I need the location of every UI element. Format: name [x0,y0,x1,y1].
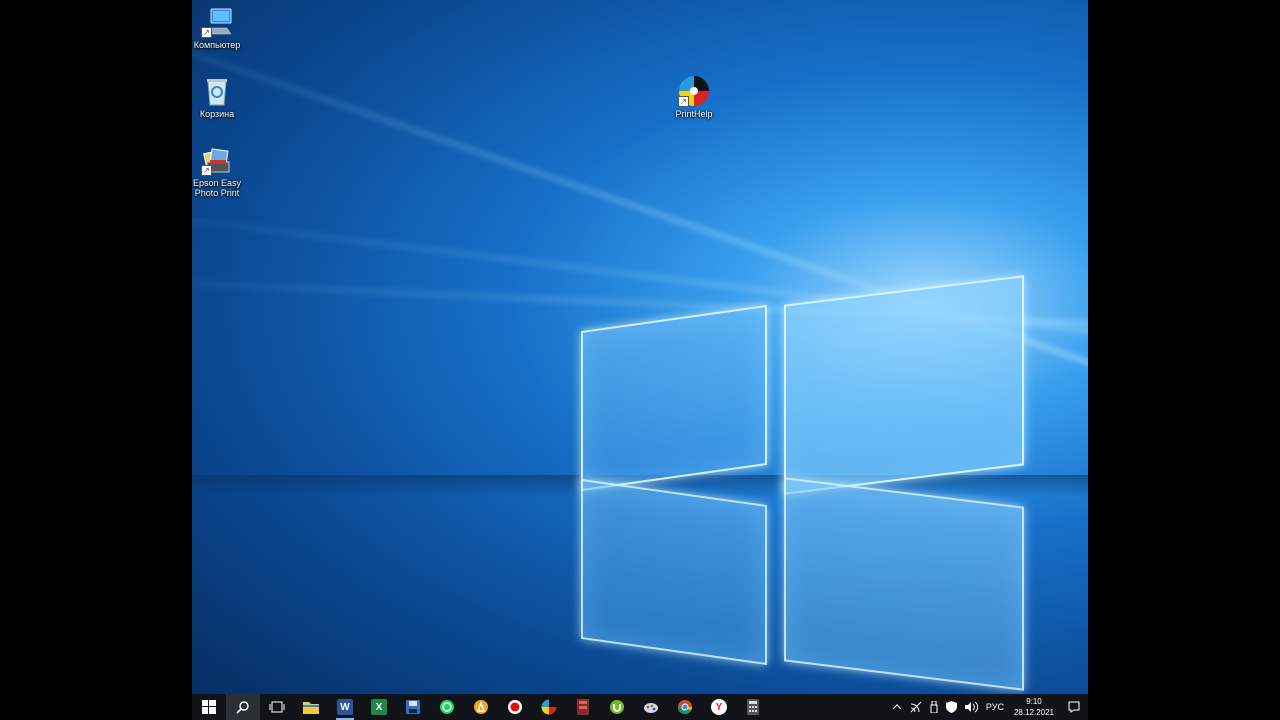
tray-network[interactable] [906,694,926,720]
taskbar-app-recorder[interactable] [498,694,532,720]
taskbar-app-calculator[interactable] [736,694,770,720]
search-button[interactable] [226,694,260,720]
floppy-disk-icon [406,700,420,714]
desktop: ↗ Компьютер Корзина ↗ Epson Easy Photo P… [192,0,1088,720]
desktop-icon-label: Корзина [199,109,235,119]
desktop-icon-computer[interactable]: ↗ Компьютер [192,6,249,50]
network-icon [910,701,922,713]
windows-logo-reflection [581,478,767,666]
avast-icon [474,700,488,714]
desktop-icon-label: Epson Easy Photo Print [192,178,242,198]
folder-icon [303,702,319,714]
tray-usb[interactable] [926,694,942,720]
printhelp-icon [541,699,557,715]
task-view-icon [269,701,285,713]
taskbar-app-paint[interactable] [634,694,668,720]
windows-logo-icon [202,700,216,714]
language-indicator[interactable]: РУС [982,694,1008,720]
task-view-button[interactable] [260,694,294,720]
desktop-icon-epson-easy-photo-print[interactable]: ↗ Epson Easy Photo Print [192,144,249,198]
record-icon [508,700,522,714]
taskbar-app-yandex-browser[interactable]: Y [702,694,736,720]
desktop-icon-label: PrintHelp [675,109,713,119]
clock-date: 28.12.2021 [1013,708,1054,717]
taskbar-app-utorrent[interactable] [600,694,634,720]
clock[interactable]: 9:10 28.12.2021 [1008,694,1060,720]
taskbar-app-spreadsheet[interactable]: X [362,694,396,720]
tray-volume[interactable] [961,694,982,720]
taskbar-app-archive[interactable] [566,694,600,720]
desktop-icon-recycle-bin[interactable]: Корзина [192,75,249,119]
taskbar-app-file-explorer[interactable] [294,694,328,720]
taskbar-app-save[interactable] [396,694,430,720]
spreadsheet-icon: X [371,699,387,715]
taskbar-app-chrome[interactable] [668,694,702,720]
recycle-bin-icon [201,75,233,107]
taskbar-app-avast[interactable] [464,694,498,720]
taskbar-app-printhelp[interactable] [532,694,566,720]
epson-photo-print-icon: ↗ [201,144,233,176]
clock-time: 9:10 [1026,697,1042,706]
shield-icon [945,701,957,713]
printhelp-icon: ↗ [678,75,710,107]
desktop-icon-label: Компьютер [193,40,241,50]
yandex-browser-icon: Y [711,699,727,715]
usb-icon [930,701,938,713]
system-tray: РУС 9:10 28.12.2021 [888,694,1088,720]
computer-icon: ↗ [201,6,233,38]
windows-logo-pane [581,304,767,492]
windows-logo-reflection [784,477,1024,691]
search-icon [236,701,249,714]
start-button[interactable] [192,694,226,720]
chevron-up-icon [892,704,902,710]
taskbar: W X Y РУС 9:10 28.12.2021 [192,694,1088,720]
desktop-icon-printhelp[interactable]: ↗ PrintHelp [662,75,726,119]
tray-security[interactable] [942,694,961,720]
notification-icon [1068,701,1080,713]
whatsapp-icon [440,700,454,714]
utorrent-icon [610,700,624,714]
windows-logo-pane [784,275,1024,495]
chrome-icon [677,700,692,715]
taskbar-app-word[interactable]: W [328,694,362,720]
paint-icon [644,703,658,713]
speaker-icon [964,701,978,713]
taskbar-app-whatsapp[interactable] [430,694,464,720]
calculator-icon [747,699,759,715]
archive-icon [577,699,589,715]
word-icon: W [337,699,353,715]
show-hidden-icons-button[interactable] [888,694,906,720]
action-center-button[interactable] [1060,694,1088,720]
